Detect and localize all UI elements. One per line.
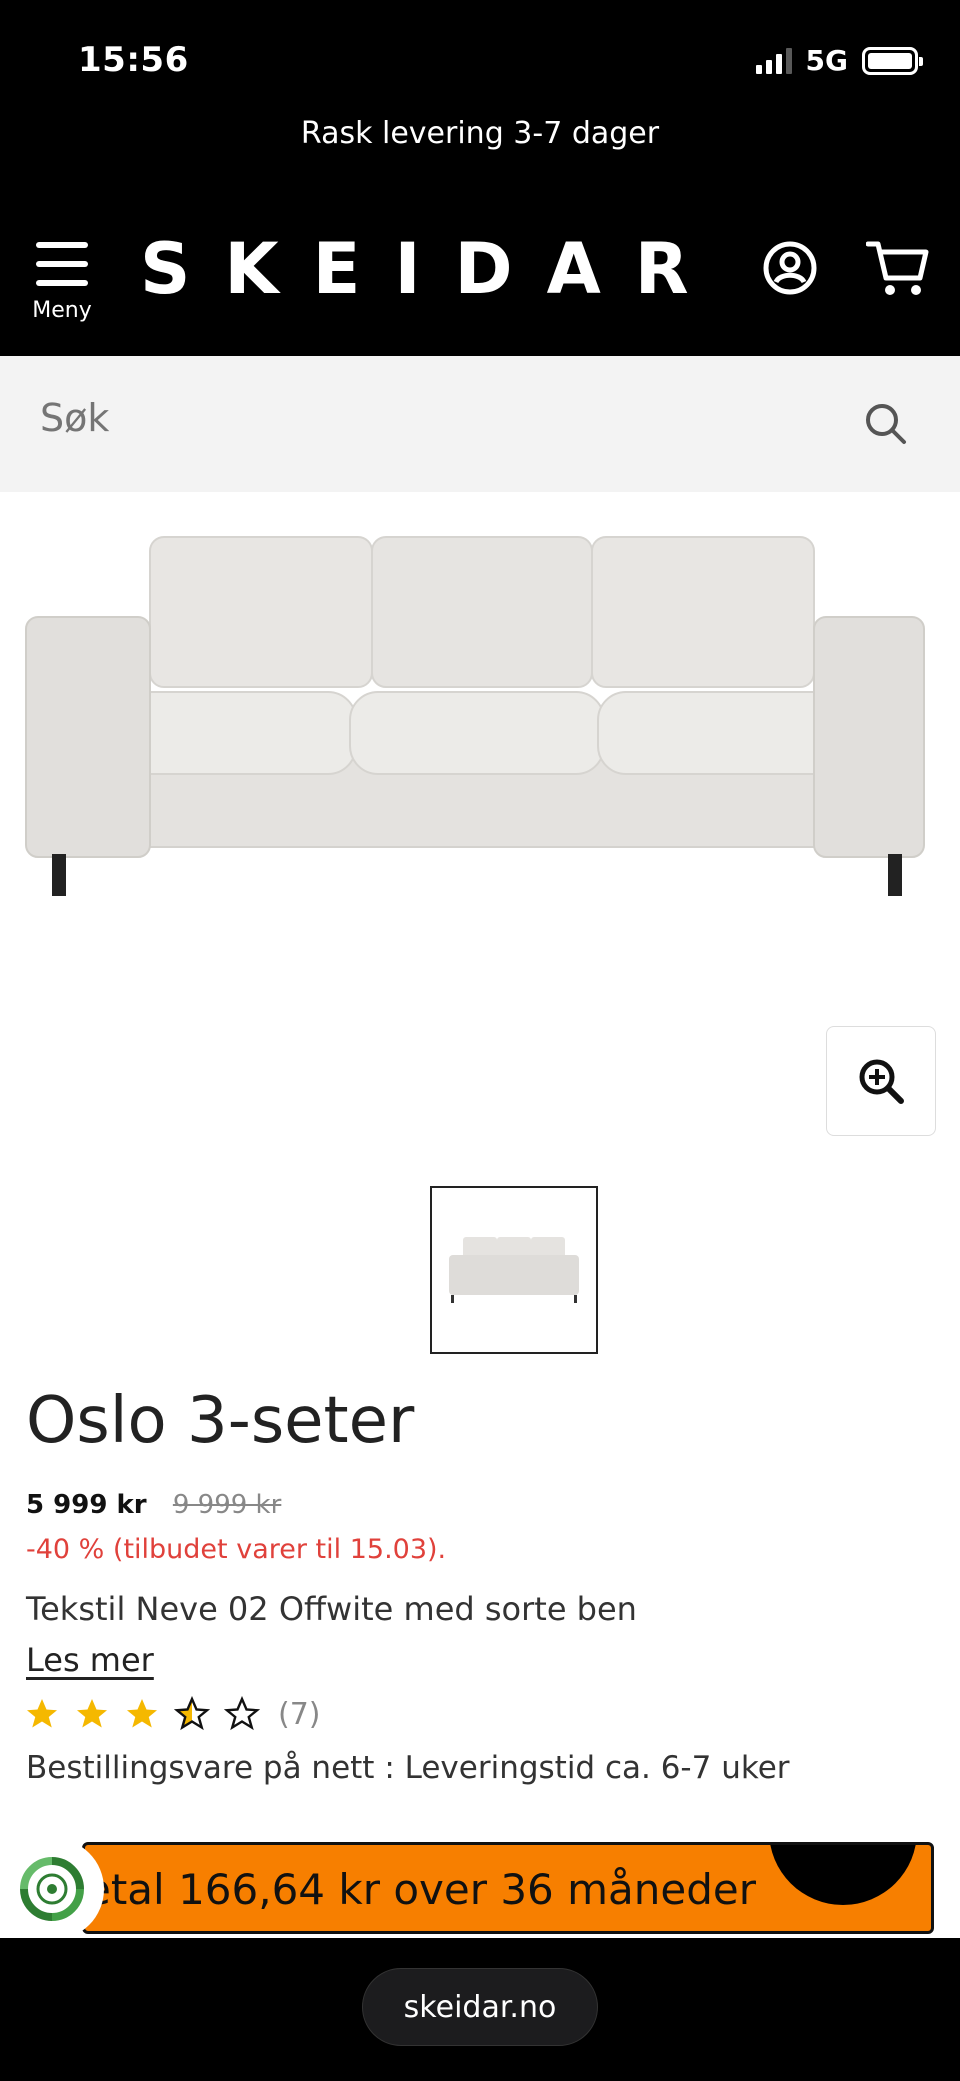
status-indicators: 5G (755, 44, 923, 77)
product-description: Tekstil Neve 02 Offwite med sorte ben (26, 1590, 637, 1628)
zoom-button[interactable] (826, 1026, 936, 1136)
star-full-icon (27, 1699, 57, 1728)
sofa-image (25, 536, 925, 896)
hamburger-icon (36, 242, 88, 286)
star-empty-icon (224, 1696, 260, 1731)
price-block: 5 999 kr 9 999 kr (26, 1490, 281, 1520)
network-label: 5G (805, 44, 848, 77)
browser-bar: skeidar.no (0, 1938, 960, 2081)
signal-icon (755, 47, 792, 74)
menu-button[interactable]: Meny (30, 242, 94, 323)
eco-badge[interactable] (0, 1838, 104, 1940)
image-thumbnail[interactable] (430, 1186, 598, 1354)
financing-banner[interactable]: etal 166,64 kr over 36 måneder (82, 1842, 934, 1934)
sofa-thumbnail-image (449, 1237, 579, 1303)
battery-icon (862, 46, 923, 75)
url-bar[interactable]: skeidar.no (362, 1968, 598, 2046)
logo[interactable]: SKEIDAR (140, 228, 723, 310)
zoom-in-icon (859, 1059, 904, 1104)
status-time: 15:56 (78, 40, 189, 80)
discount-text: -40 % (tilbudet varer til 15.03). (26, 1534, 447, 1565)
review-count: (7) (278, 1696, 321, 1732)
rating[interactable]: (7) (24, 1696, 321, 1732)
product-image[interactable] (0, 492, 960, 1172)
promo-text: Rask levering 3-7 dager (300, 116, 660, 151)
header: 15:56 5G Rask levering 3-7 dager Meny SK… (0, 0, 960, 356)
user-icon[interactable] (762, 240, 818, 296)
search-icon[interactable] (864, 402, 908, 446)
financing-text: etal 166,64 kr over 36 måneder (85, 1865, 756, 1914)
star-full-icon (127, 1699, 157, 1728)
product-title: Oslo 3-seter (26, 1384, 415, 1458)
recycle-icon (20, 1857, 84, 1921)
financing-logo-shape (769, 1845, 917, 1905)
star-full-icon (77, 1699, 107, 1728)
star-half-icon (174, 1696, 210, 1731)
search-input[interactable] (40, 396, 740, 440)
search-bar (0, 356, 960, 492)
menu-label: Meny (32, 298, 92, 323)
delivery-info: Bestillingsvare på nett : Leveringstid c… (26, 1750, 790, 1786)
read-more-link[interactable]: Les mer (26, 1641, 154, 1679)
current-price: 5 999 kr (26, 1490, 147, 1520)
original-price: 9 999 kr (172, 1490, 282, 1520)
cart-icon[interactable] (866, 238, 930, 298)
